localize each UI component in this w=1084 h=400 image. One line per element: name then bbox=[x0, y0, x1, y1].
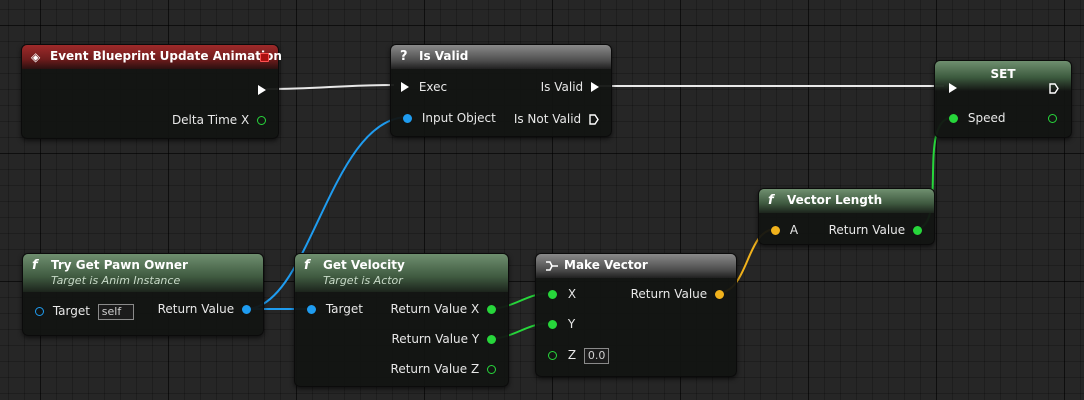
set-exec-out-pin[interactable] bbox=[1049, 81, 1059, 95]
float-pin-icon bbox=[949, 114, 958, 123]
exec-arrow-icon bbox=[949, 83, 957, 93]
exec-arrow-icon bbox=[401, 82, 409, 92]
vector-length-return-pin[interactable]: Return Value bbox=[829, 223, 922, 237]
return-x-pin[interactable]: Return Value X bbox=[391, 302, 496, 316]
exec-hollow-icon bbox=[1049, 83, 1059, 94]
return-y-pin[interactable]: Return Value Y bbox=[391, 332, 496, 346]
make-vector-return-pin[interactable]: Return Value bbox=[631, 287, 724, 301]
vector-pin-icon bbox=[771, 226, 780, 235]
input-object-pin[interactable]: Input Object bbox=[403, 111, 496, 125]
float-pin-icon bbox=[548, 351, 557, 360]
vector-pin-icon bbox=[715, 290, 724, 299]
is-valid-out-label: Is Valid bbox=[540, 80, 584, 94]
node-event-blueprint-update-animation[interactable]: ◈ Event Blueprint Update Animation Delta… bbox=[21, 44, 282, 139]
make-vector-title: Make Vector bbox=[564, 258, 648, 272]
is-valid-header[interactable]: ? Is Valid bbox=[391, 45, 611, 69]
node-get-velocity[interactable]: f Get Velocity Target is Actor Target Re… bbox=[294, 253, 509, 387]
float-pin-icon bbox=[487, 365, 496, 374]
float-pin-icon bbox=[1048, 114, 1057, 123]
object-pin-icon bbox=[403, 114, 412, 123]
vector-a-label: A bbox=[789, 223, 799, 237]
return-z-pin[interactable]: Return Value Z bbox=[391, 362, 496, 376]
target-self-default[interactable]: self bbox=[97, 304, 134, 320]
speed-in-pin[interactable]: Speed bbox=[949, 111, 1005, 125]
make-vector-return-label: Return Value bbox=[630, 287, 708, 301]
exec-label: Exec bbox=[418, 80, 448, 94]
pawn-target-label: Target bbox=[52, 304, 90, 318]
pawn-return-pin[interactable]: Return Value bbox=[158, 302, 251, 316]
get-velocity-title: Get Velocity bbox=[323, 258, 405, 272]
float-pin-icon bbox=[913, 226, 922, 235]
exec-arrow-icon bbox=[591, 82, 599, 92]
node-vector-length[interactable]: f Vector Length A Return Value bbox=[758, 188, 935, 245]
vector-length-header[interactable]: f Vector Length bbox=[759, 189, 934, 213]
event-diamond-icon: ◈ bbox=[31, 50, 41, 64]
z-default-input[interactable]: 0.0 bbox=[583, 348, 610, 364]
event-node-header[interactable]: ◈ Event Blueprint Update Animation bbox=[22, 45, 282, 69]
make-z-pin[interactable]: Z 0.0 bbox=[548, 348, 610, 364]
set-exec-in-pin[interactable] bbox=[949, 81, 957, 95]
vector-length-return-label: Return Value bbox=[828, 223, 906, 237]
make-z-label: Z bbox=[567, 348, 577, 362]
return-z-label: Return Value Z bbox=[390, 362, 480, 376]
get-velocity-header[interactable]: f Get Velocity Target is Actor bbox=[295, 254, 508, 292]
return-y-label: Return Value Y bbox=[391, 332, 480, 346]
make-x-label: X bbox=[567, 287, 577, 301]
float-pin-icon bbox=[548, 320, 557, 329]
float-pin-icon bbox=[487, 335, 496, 344]
is-not-valid-label: Is Not Valid bbox=[513, 112, 582, 126]
pawn-owner-subtitle: Target is Anim Instance bbox=[51, 274, 181, 287]
get-velocity-subtitle: Target is Actor bbox=[323, 274, 403, 287]
object-pin-icon bbox=[242, 305, 251, 314]
speed-out-pin[interactable] bbox=[1048, 111, 1057, 125]
float-pin-icon bbox=[257, 116, 266, 125]
velocity-target-label: Target bbox=[325, 302, 363, 316]
node-try-get-pawn-owner[interactable]: f Try Get Pawn Owner Target is Anim Inst… bbox=[22, 253, 264, 336]
function-icon: f bbox=[304, 258, 310, 273]
vector-length-title: Vector Length bbox=[787, 193, 883, 207]
node-set-speed[interactable]: SET Speed bbox=[934, 60, 1072, 138]
make-y-label: Y bbox=[567, 317, 576, 331]
vector-a-pin[interactable]: A bbox=[771, 223, 798, 237]
exec-hollow-icon bbox=[589, 114, 599, 125]
make-y-pin[interactable]: Y bbox=[548, 317, 575, 331]
pawn-owner-header[interactable]: f Try Get Pawn Owner Target is Anim Inst… bbox=[23, 254, 263, 292]
event-node-title: Event Blueprint Update Animation bbox=[50, 49, 282, 63]
make-struct-icon bbox=[546, 261, 558, 271]
node-is-valid[interactable]: ? Is Valid Exec Is Valid Input Object Is… bbox=[390, 44, 612, 137]
is-not-valid-out-pin[interactable]: Is Not Valid bbox=[514, 112, 599, 126]
speed-label: Speed bbox=[967, 111, 1006, 125]
exec-arrow-icon bbox=[258, 85, 266, 95]
exec-out-pin[interactable] bbox=[258, 83, 266, 97]
return-x-label: Return Value X bbox=[390, 302, 480, 316]
velocity-target-pin[interactable]: Target bbox=[307, 302, 363, 316]
pawn-owner-title: Try Get Pawn Owner bbox=[51, 258, 188, 272]
exec-in-pin[interactable]: Exec bbox=[401, 80, 447, 94]
function-icon: f bbox=[768, 193, 774, 208]
is-valid-out-pin[interactable]: Is Valid bbox=[541, 80, 599, 94]
set-title: SET bbox=[990, 67, 1016, 81]
pawn-return-label: Return Value bbox=[157, 302, 235, 316]
object-pin-icon bbox=[307, 305, 316, 314]
pawn-target-pin[interactable]: Target self bbox=[35, 304, 134, 320]
float-pin-icon bbox=[548, 290, 557, 299]
float-pin-icon bbox=[487, 305, 496, 314]
input-object-label: Input Object bbox=[421, 111, 496, 125]
question-icon: ? bbox=[400, 49, 408, 64]
make-vector-header[interactable]: Make Vector bbox=[536, 254, 736, 278]
make-x-pin[interactable]: X bbox=[548, 287, 576, 301]
function-icon: f bbox=[32, 258, 38, 273]
stop-icon bbox=[260, 53, 269, 62]
object-pin-icon bbox=[35, 307, 44, 316]
node-make-vector[interactable]: Make Vector X Y Z 0.0 Return Value bbox=[535, 253, 737, 377]
delta-time-label: Delta Time X bbox=[171, 113, 250, 127]
is-valid-title: Is Valid bbox=[419, 49, 469, 63]
delta-time-pin[interactable]: Delta Time X bbox=[172, 113, 266, 127]
